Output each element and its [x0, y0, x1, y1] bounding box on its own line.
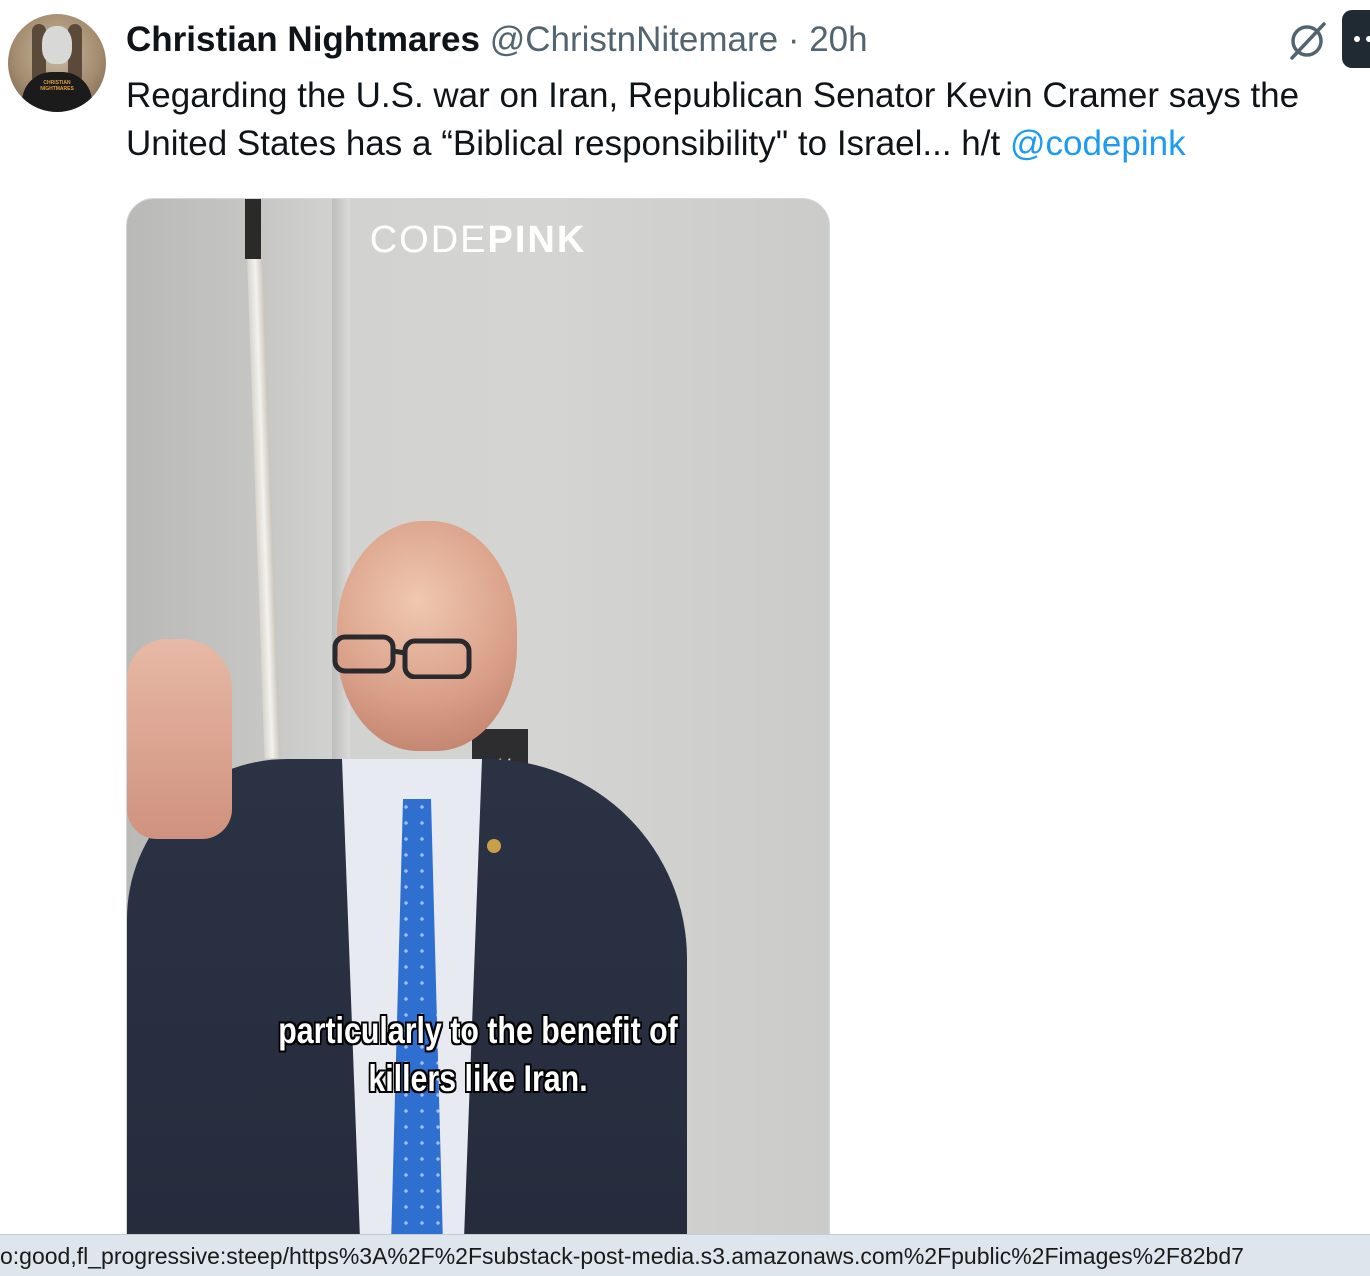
caption-line-2: killers like Iran.	[368, 1058, 588, 1099]
video-person-lapel-pin	[487, 839, 501, 853]
mention-link[interactable]: @codepink	[1010, 124, 1186, 163]
watermark-bold: PINK	[487, 219, 587, 261]
tweet-video[interactable]: 14 CODEPINK particularly to the benefit …	[126, 198, 830, 1276]
status-bar-url: o:good,fl_progressive:steep/https%3A%2F%…	[0, 1243, 1244, 1269]
browser-status-bar: o:good,fl_progressive:steep/https%3A%2F%…	[0, 1234, 1370, 1276]
avatar-face	[42, 26, 72, 64]
video-person-glasses	[332, 634, 472, 679]
more-options-button[interactable]	[1342, 10, 1370, 68]
video-caption: particularly to the benefit of killers l…	[190, 1007, 766, 1103]
caption-line-1: particularly to the benefit of	[278, 1010, 678, 1051]
header-separator: ·	[787, 20, 800, 59]
avatar-shirt-text: CHRISTIAN NIGHTMARES	[40, 80, 74, 92]
video-person-hand	[127, 639, 232, 839]
more-icon	[1354, 36, 1360, 42]
grok-icon[interactable]	[1286, 20, 1328, 62]
tweet-header: Christian Nightmares @ChristnNitemare · …	[126, 18, 868, 62]
more-icon-dot	[1366, 36, 1370, 42]
tweet-timestamp[interactable]: 20h	[809, 20, 867, 59]
tweet-page: CHRISTIAN NIGHTMARES Christian Nightmare…	[0, 0, 1370, 1276]
display-name[interactable]: Christian Nightmares	[126, 20, 480, 59]
user-handle[interactable]: @ChristnNitemare	[490, 20, 778, 59]
codepink-watermark: CODEPINK	[127, 219, 829, 262]
tweet-text: Regarding the U.S. war on Iran, Republic…	[126, 72, 1370, 168]
watermark-light: CODE	[369, 219, 488, 261]
avatar[interactable]: CHRISTIAN NIGHTMARES	[8, 14, 106, 112]
